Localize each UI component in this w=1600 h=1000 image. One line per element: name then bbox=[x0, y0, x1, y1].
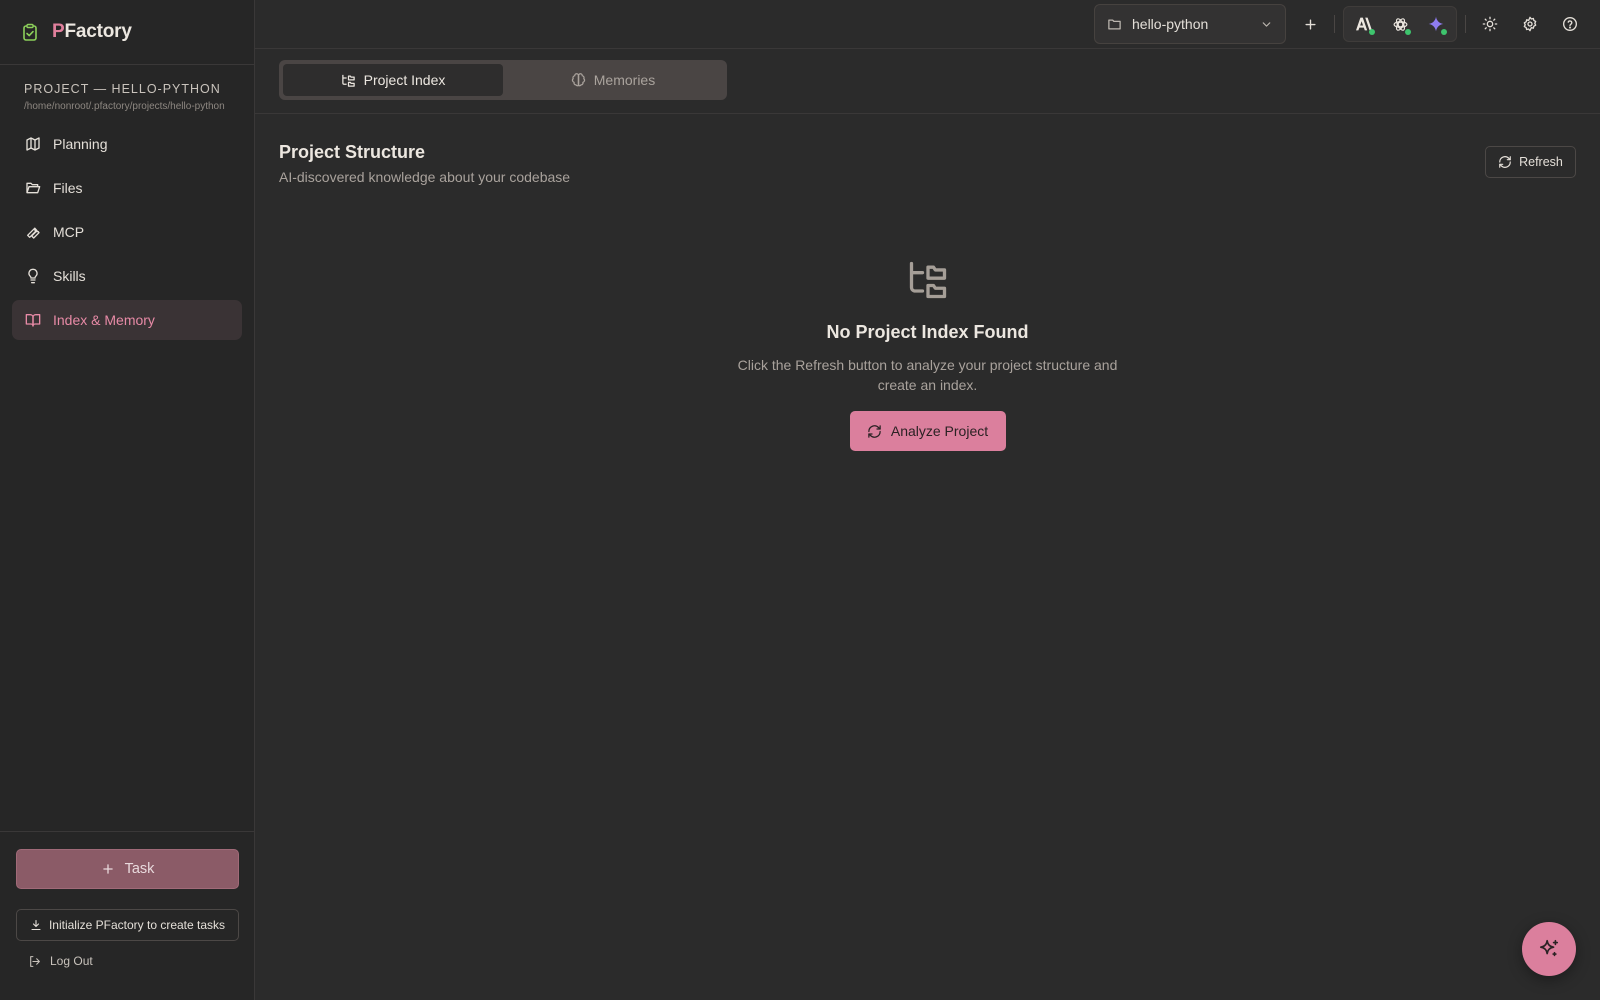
plus-icon bbox=[1304, 18, 1316, 30]
sidebar-item-files[interactable]: Files bbox=[12, 168, 242, 208]
sparkles-icon bbox=[1539, 939, 1559, 957]
sidebar-item-label: Planning bbox=[53, 136, 108, 152]
analyze-project-button[interactable]: Analyze Project bbox=[849, 411, 1006, 451]
empty-state: No Project Index Found Click the Refresh… bbox=[255, 258, 1600, 451]
folder-tree-icon bbox=[341, 74, 355, 87]
brand-name: PFactory bbox=[52, 21, 132, 42]
tab-label: Memories bbox=[593, 72, 656, 88]
main-content: hello-python Project Index Memories Proj… bbox=[255, 0, 1600, 1000]
sidebar-item-label: Files bbox=[53, 180, 83, 196]
divider bbox=[1465, 15, 1466, 33]
section-subtitle: AI-discovered knowledge about your codeb… bbox=[279, 169, 571, 185]
chevron-down-icon bbox=[1262, 21, 1271, 27]
book-open-icon bbox=[25, 314, 41, 327]
tab-label: Project Index bbox=[363, 72, 446, 88]
project-select-value: hello-python bbox=[1132, 16, 1209, 32]
tab-memories[interactable]: Memories bbox=[503, 64, 723, 96]
project-path: /home/nonroot/.pfactory/projects/hello-p… bbox=[24, 101, 225, 112]
gear-icon bbox=[1523, 16, 1537, 32]
ai-assistant-button[interactable] bbox=[1522, 922, 1576, 976]
logout-icon bbox=[30, 955, 40, 967]
project-select[interactable]: hello-python bbox=[1094, 4, 1286, 44]
section-title: Project Structure bbox=[279, 142, 426, 162]
status-dot bbox=[1441, 29, 1447, 35]
clipboard-check-icon bbox=[22, 23, 38, 41]
refresh-icon bbox=[1499, 156, 1511, 168]
gemini-button[interactable] bbox=[1420, 8, 1452, 40]
folder-open-icon bbox=[26, 182, 41, 194]
anthropic-button[interactable] bbox=[1348, 8, 1380, 40]
project-label: PROJECT — HELLO-PYTHON bbox=[24, 82, 221, 96]
map-icon bbox=[26, 137, 40, 151]
logout-button[interactable]: Log Out bbox=[28, 954, 238, 968]
analyze-project-label: Analyze Project bbox=[890, 423, 989, 439]
logout-label: Log Out bbox=[50, 954, 93, 968]
empty-state-description: Click the Refresh button to analyze your… bbox=[737, 357, 1118, 393]
lightbulb-icon bbox=[28, 268, 38, 284]
sidebar-nav: Planning Files MCP Skills Index & Memory bbox=[0, 124, 254, 340]
empty-state-title: No Project Index Found bbox=[826, 322, 1029, 342]
sidebar-item-mcp[interactable]: MCP bbox=[12, 212, 242, 252]
new-task-label: Task bbox=[124, 861, 155, 877]
wrench-icon bbox=[27, 227, 40, 239]
settings-button[interactable] bbox=[1514, 8, 1546, 40]
new-task-button[interactable]: Task bbox=[16, 849, 239, 889]
sidebar-footer: Task Initialize PFactory to create tasks… bbox=[0, 831, 254, 1000]
app-root: PFactory PROJECT — HELLO-PYTHON /home/no… bbox=[0, 0, 1600, 1000]
refresh-button[interactable]: Refresh bbox=[1485, 146, 1576, 178]
sidebar-item-planning[interactable]: Planning bbox=[12, 124, 242, 164]
refresh-icon bbox=[868, 424, 881, 438]
openai-button[interactable] bbox=[1384, 8, 1416, 40]
divider bbox=[1334, 15, 1335, 33]
sidebar-item-label: Skills bbox=[53, 268, 86, 284]
status-dot bbox=[1369, 29, 1375, 35]
tabs-row: Project Index Memories bbox=[255, 49, 1600, 114]
tab-list: Project Index Memories bbox=[279, 60, 727, 100]
theme-toggle-button[interactable] bbox=[1474, 8, 1506, 40]
folder-tree-icon bbox=[909, 261, 946, 299]
top-bar: hello-python bbox=[255, 0, 1600, 49]
sidebar-item-skills[interactable]: Skills bbox=[12, 256, 242, 296]
sidebar-item-label: Index & Memory bbox=[53, 312, 155, 328]
refresh-label: Refresh bbox=[1519, 155, 1563, 169]
help-icon bbox=[1563, 17, 1577, 31]
ai-provider-group bbox=[1343, 6, 1457, 42]
sidebar-item-index-memory[interactable]: Index & Memory bbox=[12, 300, 242, 340]
brand[interactable]: PFactory bbox=[0, 0, 254, 65]
initialize-button[interactable]: Initialize PFactory to create tasks bbox=[16, 909, 239, 941]
plus-icon bbox=[102, 864, 113, 874]
sidebar: PFactory PROJECT — HELLO-PYTHON /home/no… bbox=[0, 0, 255, 1000]
add-project-button[interactable] bbox=[1294, 8, 1326, 40]
folder-icon bbox=[1108, 19, 1121, 29]
download-icon bbox=[31, 919, 41, 931]
help-button[interactable] bbox=[1554, 8, 1586, 40]
sidebar-item-label: MCP bbox=[53, 224, 85, 240]
section-header: Project Structure AI-discovered knowledg… bbox=[255, 114, 1600, 185]
sun-icon bbox=[1482, 16, 1498, 32]
tab-project-index[interactable]: Project Index bbox=[283, 64, 503, 96]
brain-icon bbox=[571, 72, 585, 86]
status-dot bbox=[1405, 29, 1411, 35]
initialize-label: Initialize PFactory to create tasks bbox=[48, 918, 226, 932]
